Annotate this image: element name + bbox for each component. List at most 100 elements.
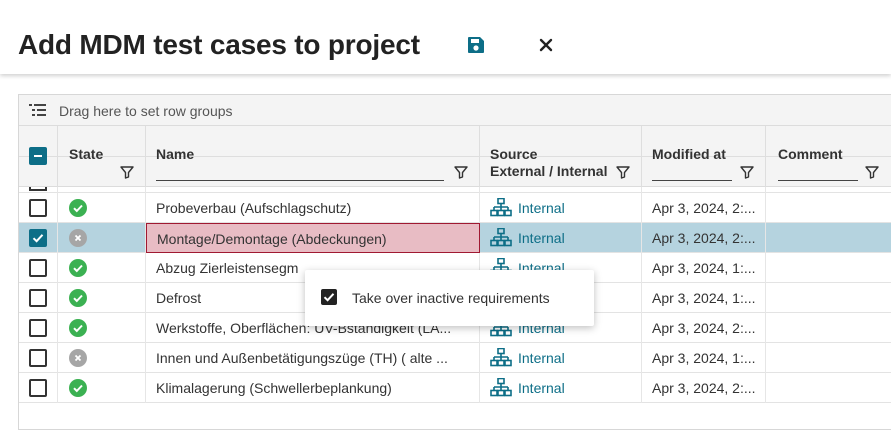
comment-cell[interactable] — [766, 193, 891, 223]
take-over-inactive-label[interactable]: Take over inactive requirements — [352, 290, 550, 306]
test-case-name: Montage/Demontage (Abdeckungen) — [157, 231, 387, 247]
row-checkbox[interactable] — [29, 379, 47, 397]
comment-cell[interactable] — [766, 313, 891, 343]
row-checkbox-cell — [19, 223, 58, 253]
comment-cell[interactable] — [766, 253, 891, 283]
test-case-name: Probeverbau (Aufschlagschutz) — [156, 200, 352, 216]
save-icon[interactable] — [466, 35, 486, 55]
header-checkbox-cell — [19, 126, 58, 187]
row-group-bar[interactable]: Drag here to set row groups — [19, 95, 891, 126]
close-icon[interactable] — [537, 36, 555, 54]
modified-cell: Apr 3, 2024, 1:... — [642, 343, 766, 373]
state-cell — [58, 223, 146, 253]
modified-date: Apr 3, 2024, 2:... — [652, 230, 756, 246]
source-filter-select[interactable]: External / Internal — [490, 163, 610, 179]
test-cases-grid: Drag here to set row groups State Name S… — [18, 94, 891, 430]
comment-cell[interactable] — [766, 343, 891, 373]
state-cell — [58, 253, 146, 283]
column-comment-label: Comment — [778, 146, 843, 162]
filter-icon[interactable] — [616, 165, 630, 179]
row-checkbox-cell — [19, 373, 58, 403]
column-modified-at[interactable]: Modified at — [642, 126, 766, 187]
name-cell[interactable]: Montage/Demontage (Abdeckungen) — [146, 223, 480, 253]
column-name[interactable]: Name — [146, 126, 480, 187]
comment-cell[interactable] — [766, 223, 891, 253]
comment-filter-input[interactable] — [778, 168, 858, 181]
state-cell — [58, 283, 146, 313]
column-source-label: Source — [490, 146, 538, 162]
column-state-label: State — [69, 146, 104, 162]
modified-filter-input[interactable] — [652, 168, 732, 181]
modified-cell: Apr 3, 2024, 1:... — [642, 283, 766, 313]
row-group-icon — [29, 104, 46, 116]
active-status-icon — [73, 384, 83, 393]
table-row[interactable]: Probeverbau (Aufschlagschutz) Internal Apr… — [19, 193, 891, 223]
column-source[interactable]: Source External / Internal — [480, 126, 642, 187]
active-status-icon — [73, 324, 83, 333]
check-icon — [323, 293, 335, 302]
table-row[interactable]: Montage/Demontage (Abdeckungen) Internal A… — [19, 223, 891, 253]
source-link[interactable]: Internal — [518, 200, 565, 216]
test-case-name: Innen und Außenbetätigungszüge (TH) ( al… — [156, 350, 448, 366]
filter-icon[interactable] — [120, 165, 134, 179]
filter-icon[interactable] — [865, 165, 879, 179]
status-badge — [69, 379, 87, 397]
name-cell[interactable]: Innen und Außenbetätigungszüge (TH) ( al… — [146, 343, 480, 373]
modified-date: Apr 3, 2024, 2:... — [652, 320, 756, 336]
modified-date: Apr 3, 2024, 2:... — [652, 200, 756, 216]
status-badge — [69, 199, 87, 217]
modified-cell: Apr 3, 2024, 2:... — [642, 223, 766, 253]
active-status-icon — [73, 264, 83, 273]
active-status-icon — [73, 204, 83, 213]
row-checkbox[interactable] — [29, 319, 47, 337]
column-state[interactable]: State — [58, 126, 146, 187]
options-popup: Take over inactive requirements — [305, 270, 594, 326]
modified-date: Apr 3, 2024, 1:... — [652, 260, 756, 276]
table-row[interactable]: Innen und Außenbetätigungszüge (TH) ( al… — [19, 343, 891, 373]
source-cell: Internal — [480, 223, 642, 253]
row-checkbox[interactable] — [29, 199, 47, 217]
status-badge — [69, 349, 87, 367]
source-link[interactable]: Internal — [518, 380, 565, 396]
state-cell — [58, 313, 146, 343]
check-icon — [32, 234, 44, 243]
source-cell: Internal — [480, 373, 642, 403]
name-cell[interactable]: Probeverbau (Aufschlagschutz) — [146, 193, 480, 223]
take-over-inactive-checkbox[interactable] — [321, 289, 337, 305]
column-modified-at-label: Modified at — [652, 146, 726, 162]
row-checkbox[interactable] — [29, 349, 47, 367]
column-name-label: Name — [156, 146, 195, 162]
modified-cell: Apr 3, 2024, 2:... — [642, 373, 766, 403]
state-cell — [58, 343, 146, 373]
state-cell — [58, 193, 146, 223]
name-filter-input[interactable] — [156, 168, 444, 181]
network-icon — [490, 378, 512, 397]
source-cell: Internal — [480, 343, 642, 373]
select-all-checkbox[interactable] — [29, 147, 47, 165]
status-badge — [69, 229, 87, 247]
grid-header: State Name Source External / Internal Mo… — [19, 126, 891, 187]
row-checkbox-cell — [19, 193, 58, 223]
row-checkbox[interactable] — [29, 259, 47, 277]
source-link[interactable]: Internal — [518, 350, 565, 366]
table-row[interactable]: Klimalagerung (Schwellerbeplankung) Inter… — [19, 373, 891, 403]
dialog-header: Add MDM test cases to project — [0, 0, 891, 74]
network-icon — [490, 198, 512, 217]
row-checkbox[interactable] — [29, 289, 47, 307]
filter-icon[interactable] — [454, 165, 468, 179]
column-comment[interactable]: Comment — [766, 126, 891, 187]
source-link[interactable]: Internal — [518, 230, 565, 246]
inactive-status-icon — [74, 354, 82, 362]
status-badge — [69, 319, 87, 337]
comment-cell[interactable] — [766, 373, 891, 403]
status-badge — [69, 289, 87, 307]
network-icon — [490, 228, 512, 247]
row-checkbox[interactable] — [29, 229, 47, 247]
indeterminate-icon — [34, 155, 42, 157]
name-cell[interactable]: Klimalagerung (Schwellerbeplankung) — [146, 373, 480, 403]
row-checkbox-cell — [19, 253, 58, 283]
filter-icon[interactable] — [740, 165, 754, 179]
comment-cell[interactable] — [766, 283, 891, 313]
state-cell — [58, 373, 146, 403]
page-title: Add MDM test cases to project — [18, 29, 420, 60]
